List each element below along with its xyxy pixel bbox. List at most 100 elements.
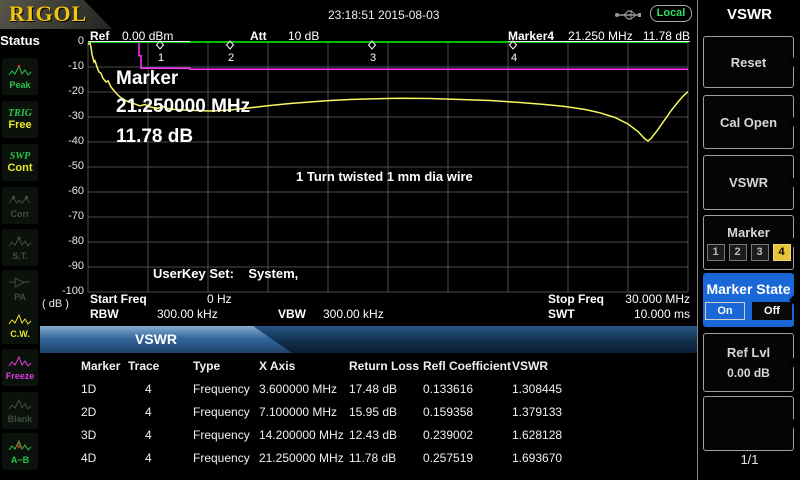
table-cell: Frequency: [193, 405, 259, 419]
panel-title: VSWR: [698, 6, 800, 23]
table-cell: 21.250000 MHz: [259, 451, 349, 465]
table-header: VSWR: [512, 359, 692, 373]
start-freq-label: Start Freq: [90, 292, 147, 306]
marker-underline: [508, 41, 690, 42]
sidebar-item-label: Blank: [8, 414, 33, 424]
page-indicator: 1/1: [698, 452, 800, 467]
marker-num-3[interactable]: 3: [751, 244, 769, 261]
table-header: Refl Coefficient: [423, 359, 512, 373]
local-badge: Local: [650, 5, 692, 22]
table-cell: 14.200000 MHz: [259, 428, 349, 442]
sidebar-item-label: Freeze: [6, 371, 35, 381]
table-cell: 1.308445: [512, 382, 692, 396]
sidebar-item-freeze: Freeze: [2, 349, 38, 386]
cal-open-button[interactable]: Cal Open: [703, 95, 794, 149]
cw-waveform-icon: [8, 313, 32, 328]
vswr-tab[interactable]: VSWR: [40, 326, 292, 353]
sidebar-item-label: Free: [8, 120, 31, 130]
vbw-label: VBW: [278, 307, 306, 321]
table-cell: 1.379133: [512, 405, 692, 419]
table-cell: 4: [128, 382, 193, 396]
swt-value: 10.000 ms: [634, 307, 690, 321]
table-cell: 15.95 dB: [349, 405, 423, 419]
table-row: 4D 4 Frequency 21.250000 MHz 11.78 dB 0.…: [40, 451, 697, 465]
usb-icon: [614, 8, 642, 27]
marker-num-2[interactable]: 2: [729, 244, 747, 261]
table-cell: Frequency: [193, 382, 259, 396]
table-cell: 1.693670: [512, 451, 692, 465]
table-cell: 12.43 dB: [349, 428, 423, 442]
wire-annotation: 1 Turn twisted 1 mm dia wire: [296, 169, 473, 184]
stop-freq-label: Stop Freq: [548, 292, 604, 306]
marker-number-row: 1 2 3 4: [707, 244, 791, 261]
table-cell: 4: [128, 405, 193, 419]
y-axis-tick: -60: [40, 185, 84, 197]
y-axis-tick: -80: [40, 235, 84, 247]
y-axis-tick: -20: [40, 85, 84, 97]
table-header: Trace: [128, 359, 193, 373]
marker-table: Marker Trace Type X Axis Return Loss Ref…: [40, 353, 697, 480]
start-freq-value: 0 Hz: [207, 292, 232, 306]
sidebar-item-cw: C.W.: [2, 307, 38, 344]
st-waveform-icon: [8, 235, 32, 250]
marker-flag-1: 1: [158, 52, 164, 64]
stop-freq-value: 30.000 MHz: [625, 292, 690, 306]
marker-state-button[interactable]: Marker State On Off: [703, 273, 794, 327]
status-sidebar: Status Peak TRIG Free SWP Cont Corr S.T.…: [0, 30, 41, 480]
limit-magenta: [139, 43, 688, 70]
table-cell: 17.48 dB: [349, 382, 423, 396]
sidebar-item-label: PA: [14, 292, 26, 302]
table-row: 3D 4 Frequency 14.200000 MHz 12.43 dB 0.…: [40, 428, 697, 442]
sidebar-item-label: Peak: [9, 80, 30, 90]
marker-select-button[interactable]: Marker 1 2 3 4: [703, 215, 794, 270]
reset-label: Reset: [731, 55, 766, 70]
y-axis-tick: -50: [40, 160, 84, 172]
sidebar-item-ab: A−B: [2, 433, 38, 470]
ref-underline: [88, 41, 190, 42]
table-cell: 0.159358: [423, 405, 512, 419]
marker-flag-3: 3: [370, 52, 376, 64]
marker-num-1[interactable]: 1: [707, 244, 725, 261]
marker-state-toggle: On Off: [705, 302, 792, 320]
reset-button[interactable]: Reset: [703, 36, 794, 88]
table-header-row: Marker Trace Type X Axis Return Loss Ref…: [40, 359, 697, 373]
table-cell: 4D: [81, 451, 128, 465]
table-cell: 7.100000 MHz: [259, 405, 349, 419]
sidebar-item-swp: SWP Cont: [2, 144, 38, 181]
function-tab-bar: VSWR: [40, 326, 697, 353]
table-header: Marker: [81, 359, 128, 373]
vswr-button[interactable]: VSWR: [703, 155, 794, 210]
y-axis-tick: -100: [40, 285, 84, 297]
table-cell: 3D: [81, 428, 128, 442]
swp-tag: SWP: [10, 152, 31, 162]
table-cell: Frequency: [193, 451, 259, 465]
rigol-logo: RIGOL: [9, 1, 87, 27]
sidebar-item-corr: Corr: [2, 187, 38, 224]
on-toggle[interactable]: On: [705, 302, 745, 320]
table-row: 1D 4 Frequency 3.600000 MHz 17.48 dB 0.1…: [40, 382, 697, 396]
marker-flag-2: 2: [228, 52, 234, 64]
marker-num-4[interactable]: 4: [773, 244, 791, 261]
vswr-tab-label: VSWR: [135, 326, 177, 352]
ref-lvl-button[interactable]: Ref Lvl 0.00 dB: [703, 333, 794, 392]
rbw-value: 300.00 kHz: [157, 307, 218, 321]
table-cell: 4: [128, 428, 193, 442]
off-toggle[interactable]: Off: [752, 302, 792, 320]
cal-open-label: Cal Open: [720, 115, 777, 130]
ref-lvl-label: Ref Lvl: [727, 345, 770, 360]
status-title: Status: [0, 33, 40, 48]
vswr-label: VSWR: [729, 175, 768, 190]
marker-overlay-title: Marker: [116, 68, 178, 90]
blank-softkey-button[interactable]: [703, 396, 794, 451]
sidebar-item-label: S.T.: [12, 251, 28, 261]
table-cell: 1.628128: [512, 428, 692, 442]
corr-waveform-icon: [8, 193, 32, 208]
y-axis-tick: -70: [40, 210, 84, 222]
table-cell: Frequency: [193, 428, 259, 442]
sidebar-item-peak: Peak: [2, 58, 38, 95]
sidebar-item-st: S.T.: [2, 229, 38, 266]
table-cell: 1D: [81, 382, 128, 396]
marker-overlay-amp: 11.78 dB: [116, 126, 193, 148]
ab-waveform-icon: [8, 439, 32, 454]
y-axis-tick: 0: [40, 35, 84, 47]
